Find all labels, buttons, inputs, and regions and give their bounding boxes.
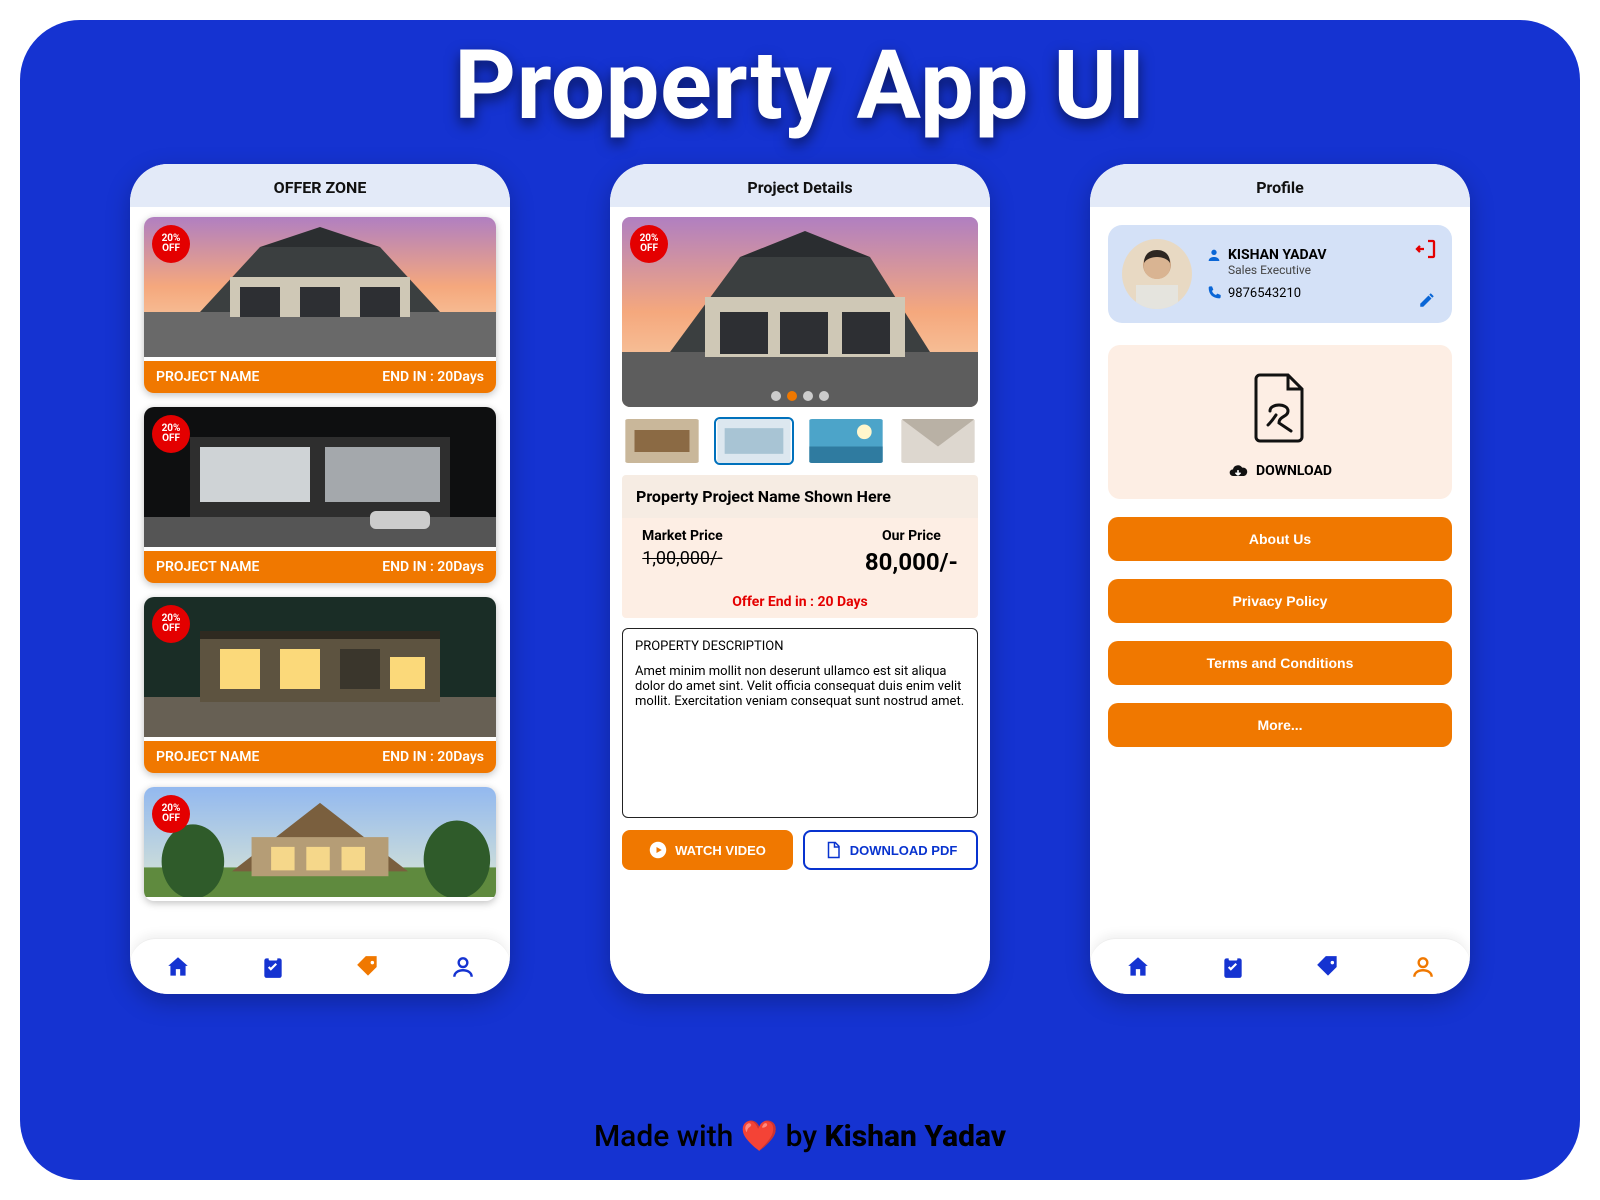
page-title: Property App UI [20, 30, 1580, 142]
profile-phone: 9876543210 [1228, 286, 1301, 301]
hero-image[interactable]: 20%OFF [622, 217, 978, 407]
discount-badge: 20%OFF [152, 795, 190, 833]
screen-header: Project Details [610, 164, 990, 207]
description-title: PROPERTY DESCRIPTION [635, 639, 965, 654]
thumbnail[interactable] [806, 417, 886, 465]
terms-button[interactable]: Terms and Conditions [1108, 641, 1452, 685]
pdf-icon [824, 841, 842, 859]
price-row: Market Price 1,00,000/- Our Price 80,000… [622, 518, 978, 586]
tag-icon[interactable] [1315, 954, 1341, 980]
project-name: PROJECT NAME [156, 559, 259, 575]
property-image [144, 597, 496, 737]
project-name: PROJECT NAME [156, 369, 259, 385]
discount-badge: 20%OFF [152, 415, 190, 453]
cloud-download-icon [1228, 461, 1248, 481]
home-icon[interactable] [1125, 954, 1151, 980]
checklist-icon[interactable] [1220, 954, 1246, 980]
pdf-card: DOWNLOAD [1108, 345, 1452, 499]
description-box: PROPERTY DESCRIPTION Amet minim mollit n… [622, 628, 978, 818]
about-us-button[interactable]: About Us [1108, 517, 1452, 561]
privacy-button[interactable]: Privacy Policy [1108, 579, 1452, 623]
project-details-screen: Project Details 20%OFF [610, 164, 990, 994]
phone-icon [1206, 285, 1222, 301]
person-icon [1206, 247, 1222, 263]
profile-role: Sales Executive [1228, 263, 1327, 277]
watch-video-button[interactable]: WATCH VIDEO [622, 830, 793, 870]
project-name-heading: Property Project Name Shown Here [622, 475, 978, 518]
our-price-value: 80,000/- [865, 548, 958, 576]
profile-icon[interactable] [450, 954, 476, 980]
screen-header: OFFER ZONE [130, 164, 510, 207]
offer-end: Offer End in : 20 Days [622, 586, 978, 618]
property-image [144, 407, 496, 547]
offer-card[interactable]: 20%OFF PROJECT NAME END IN : 20Days [144, 597, 496, 773]
tag-icon[interactable] [355, 954, 381, 980]
discount-badge: 20%OFF [152, 225, 190, 263]
offer-card[interactable]: 20%OFF PROJECT NAME END IN : 20Days [144, 217, 496, 393]
market-price-value: 1,00,000/- [642, 548, 722, 569]
carousel-dots[interactable] [771, 391, 829, 401]
thumbnail[interactable] [622, 417, 702, 465]
credit-line: Made with ❤️ by Kishan Yadav [20, 1119, 1580, 1154]
download-button[interactable]: DOWNLOAD [1108, 461, 1452, 481]
profile-name: KISHAN YADAV [1228, 247, 1327, 263]
logout-icon[interactable] [1414, 237, 1438, 261]
description-body: Amet minim mollit non deserunt ullamco e… [635, 664, 965, 709]
property-image [144, 217, 496, 357]
thumbnail-row [622, 417, 978, 465]
end-in: END IN : 20Days [382, 749, 484, 765]
discount-badge: 20%OFF [630, 225, 668, 263]
pdf-file-icon [1250, 371, 1310, 443]
screen-header: Profile [1090, 164, 1470, 207]
property-image [144, 787, 496, 897]
thumbnail[interactable] [714, 417, 794, 465]
offer-card[interactable]: 20%OFF PROJECT NAME END IN : 20Days [144, 407, 496, 583]
our-price-label: Our Price [882, 528, 941, 544]
end-in: END IN : 20Days [382, 369, 484, 385]
profile-icon[interactable] [1410, 954, 1436, 980]
thumbnail[interactable] [898, 417, 978, 465]
discount-badge: 20%OFF [152, 605, 190, 643]
checklist-icon[interactable] [260, 954, 286, 980]
author-name: Kishan Yadav [824, 1119, 1006, 1154]
offer-card[interactable]: 20%OFF [144, 787, 496, 901]
end-in: END IN : 20Days [382, 559, 484, 575]
market-price-label: Market Price [642, 528, 723, 544]
heart-icon: ❤️ [741, 1119, 778, 1154]
project-name: PROJECT NAME [156, 749, 259, 765]
download-pdf-button[interactable]: DOWNLOAD PDF [803, 830, 978, 870]
avatar [1122, 239, 1192, 309]
bottom-nav [130, 938, 510, 994]
profile-screen: Profile KISHAN YADAV Sales Executive [1090, 164, 1470, 994]
profile-card: KISHAN YADAV Sales Executive 9876543210 [1108, 225, 1452, 323]
edit-icon[interactable] [1418, 291, 1436, 309]
home-icon[interactable] [165, 954, 191, 980]
play-icon [649, 841, 667, 859]
offer-zone-screen: OFFER ZONE 20%OFF [130, 164, 510, 994]
more-button[interactable]: More... [1108, 703, 1452, 747]
bottom-nav [1090, 938, 1470, 994]
